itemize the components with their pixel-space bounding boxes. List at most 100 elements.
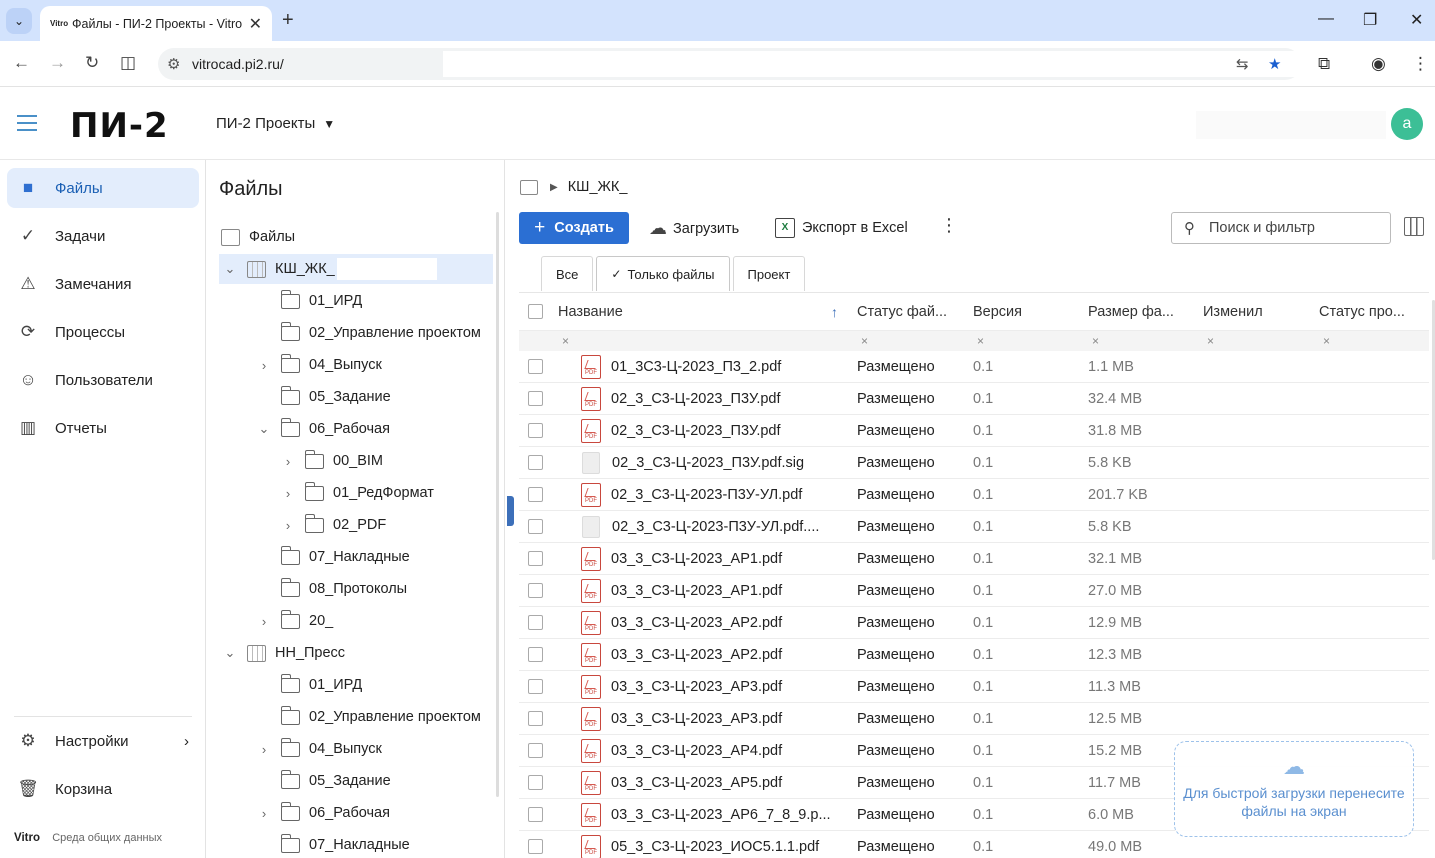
chevron-right-icon[interactable]: ›: [257, 614, 271, 629]
table-row[interactable]: PDF 03_3_С3-Ц-2023_АР2.pdf Размещено 0.1 12.…: [519, 639, 1429, 671]
chevron-right-icon[interactable]: ›: [257, 358, 271, 373]
sidebar-item-tasks[interactable]: ✓ Задачи: [7, 216, 199, 256]
tree-item[interactable]: ⌄ НН_Пресс: [219, 638, 493, 668]
browser-menu-icon[interactable]: ⋮: [1412, 54, 1429, 74]
search-input[interactable]: ⚲ Поиск и фильтр: [1171, 212, 1391, 244]
file-name-cell[interactable]: PDF 01_3С3-Ц-2023_П3_2.pdf: [581, 354, 781, 379]
column-modified-by[interactable]: Изменил: [1203, 304, 1263, 320]
column-size[interactable]: Размер фа...: [1088, 304, 1174, 320]
hamburger-menu-icon[interactable]: [17, 115, 37, 131]
row-checkbox[interactable]: [528, 519, 543, 534]
tree-item[interactable]: 08_Протоколы: [219, 574, 493, 604]
table-row[interactable]: PDF 02_3_С3-Ц-2023-П3У-УЛ.pdf Размещено 0.1…: [519, 479, 1429, 511]
file-name-cell[interactable]: PDF 02_3_С3-Ц-2023_П3У.pdf: [581, 418, 781, 443]
sidebar-item-processes[interactable]: ⟳ Процессы: [7, 312, 199, 352]
row-checkbox[interactable]: [528, 391, 543, 406]
tree-item[interactable]: ⌄ 06_Рабочая: [219, 414, 493, 444]
tree-item[interactable]: › 01_РедФормат: [219, 478, 493, 508]
tree-root[interactable]: Файлы: [221, 222, 493, 252]
file-name-cell[interactable]: PDF 02_3_С3-Ц-2023-П3У-УЛ.pdf: [581, 482, 802, 507]
reload-icon[interactable]: ↻: [85, 53, 99, 73]
table-row[interactable]: PDF 02_3_С3-Ц-2023_П3У.pdf Размещено 0.1 32.…: [519, 383, 1429, 415]
filter-clear-version[interactable]: ×: [977, 334, 984, 348]
tree-item[interactable]: 01_ИРД: [219, 670, 493, 700]
file-name-cell[interactable]: PDF 03_3_С3-Ц-2023_АР6_7_8_9.p...: [581, 802, 831, 827]
minimize-icon[interactable]: —: [1318, 10, 1334, 28]
extensions-icon[interactable]: ⧉: [1318, 54, 1330, 74]
row-checkbox[interactable]: [528, 423, 543, 438]
tree-item[interactable]: 01_ИРД: [219, 286, 493, 316]
chevron-right-icon[interactable]: ›: [257, 742, 271, 757]
column-name[interactable]: Название: [558, 304, 623, 320]
row-checkbox[interactable]: [528, 743, 543, 758]
tree-item[interactable]: 05_Задание: [219, 766, 493, 796]
drop-zone[interactable]: ☁ Для быстрой загрузки перенесите файлы …: [1174, 741, 1414, 837]
sidebar-item-remarks[interactable]: ⚠ Замечания: [7, 264, 199, 304]
file-name-cell[interactable]: PDF 03_3_С3-Ц-2023_АР1.pdf: [581, 546, 782, 571]
app-logo[interactable]: ПИ-2: [70, 106, 169, 146]
file-name-cell[interactable]: PDF 03_3_С3-Ц-2023_АР3.pdf: [581, 674, 782, 699]
tab-list-button[interactable]: ⌄: [6, 8, 32, 34]
filter-clear-size[interactable]: ×: [1092, 334, 1099, 348]
tree-item[interactable]: ⌄ КШ_ЖК_: [219, 254, 493, 284]
tree-item[interactable]: 02_Управление проектом: [219, 318, 493, 348]
table-row[interactable]: PDF 03_3_С3-Ц-2023_АР3.pdf Размещено 0.1 12.…: [519, 703, 1429, 735]
close-icon[interactable]: ✕: [249, 14, 262, 34]
row-checkbox[interactable]: [528, 583, 543, 598]
sidebar-item-users[interactable]: ☺ Пользователи: [7, 360, 199, 400]
file-name-cell[interactable]: PDF 03_3_С3-Ц-2023_АР1.pdf: [581, 578, 782, 603]
file-name-cell[interactable]: 02_3_С3-Ц-2023-П3У-УЛ.pdf....: [581, 515, 819, 538]
table-row[interactable]: PDF 03_3_С3-Ц-2023_АР1.pdf Размещено 0.1 32.…: [519, 543, 1429, 575]
row-checkbox[interactable]: [528, 359, 543, 374]
tree-item[interactable]: › 04_Выпуск: [219, 350, 493, 380]
export-excel-button[interactable]: X Экспорт в Excel: [775, 218, 908, 238]
tab-project[interactable]: Проект: [732, 256, 806, 291]
table-row[interactable]: PDF 03_3_С3-Ц-2023_АР1.pdf Размещено 0.1 27.…: [519, 575, 1429, 607]
file-name-cell[interactable]: 02_3_С3-Ц-2023_П3У.pdf.sig: [581, 451, 804, 474]
profile-icon[interactable]: ◉: [1371, 54, 1386, 74]
tree-scrollbar[interactable]: [496, 212, 499, 797]
folder-root-icon[interactable]: [520, 179, 538, 195]
column-status[interactable]: Статус фай...: [857, 304, 947, 320]
tab-files-only[interactable]: ✓ Только файлы: [596, 256, 730, 291]
tree-item[interactable]: › 02_PDF: [219, 510, 493, 540]
split-view-icon[interactable]: ◫: [120, 53, 136, 73]
forward-arrow-icon[interactable]: →: [49, 53, 66, 73]
window-close-icon[interactable]: ✕: [1410, 10, 1423, 30]
file-name-cell[interactable]: PDF 03_3_С3-Ц-2023_АР4.pdf: [581, 738, 782, 763]
project-selector[interactable]: ПИ-2 Проекты ▼: [216, 115, 335, 132]
sidebar-item-files[interactable]: ■ Файлы: [7, 168, 199, 208]
row-checkbox[interactable]: [528, 839, 543, 854]
sidebar-item-trash[interactable]: 🗑 Корзина: [7, 769, 199, 809]
row-checkbox[interactable]: [528, 615, 543, 630]
tree-item[interactable]: 02_Управление проектом: [219, 702, 493, 732]
site-info-icon[interactable]: ⚙: [167, 55, 180, 73]
filter-clear-project-status[interactable]: ×: [1323, 334, 1330, 348]
file-name-cell[interactable]: PDF 03_3_С3-Ц-2023_АР5.pdf: [581, 770, 782, 795]
tree-item[interactable]: 07_Накладные: [219, 830, 493, 858]
row-checkbox[interactable]: [528, 647, 543, 662]
chevron-right-icon[interactable]: ›: [281, 518, 295, 533]
translate-icon[interactable]: ⇆: [1236, 55, 1249, 73]
tree-item[interactable]: › 06_Рабочая: [219, 798, 493, 828]
tree-item[interactable]: 07_Накладные: [219, 542, 493, 572]
table-row[interactable]: 02_3_С3-Ц-2023_П3У.pdf.sig Размещено 0.1 5.…: [519, 447, 1429, 479]
row-checkbox[interactable]: [528, 807, 543, 822]
sidebar-item-settings[interactable]: ⚙ Настройки ›: [7, 721, 199, 761]
back-arrow-icon[interactable]: ←: [13, 53, 30, 73]
file-name-cell[interactable]: PDF 03_3_С3-Ц-2023_АР2.pdf: [581, 642, 782, 667]
columns-icon[interactable]: [1404, 217, 1424, 236]
chevron-right-icon[interactable]: ›: [281, 486, 295, 501]
column-project-status[interactable]: Статус про...: [1319, 304, 1405, 320]
table-row[interactable]: PDF 02_3_С3-Ц-2023_П3У.pdf Размещено 0.1 31.…: [519, 415, 1429, 447]
table-row[interactable]: PDF 01_3С3-Ц-2023_П3_2.pdf Размещено 0.1 1.1…: [519, 351, 1429, 383]
tree-item[interactable]: › 04_Выпуск: [219, 734, 493, 764]
filter-clear-status[interactable]: ×: [861, 334, 868, 348]
table-row[interactable]: 02_3_С3-Ц-2023-П3У-УЛ.pdf.... Размещено 0.…: [519, 511, 1429, 543]
new-tab-plus-icon[interactable]: +: [282, 9, 294, 32]
chevron-right-icon[interactable]: ›: [281, 454, 295, 469]
table-row[interactable]: PDF 03_3_С3-Ц-2023_АР2.pdf Размещено 0.1 12.…: [519, 607, 1429, 639]
row-checkbox[interactable]: [528, 775, 543, 790]
tab-all[interactable]: Все: [541, 256, 594, 291]
file-name-cell[interactable]: PDF 03_3_С3-Ц-2023_АР3.pdf: [581, 706, 782, 731]
